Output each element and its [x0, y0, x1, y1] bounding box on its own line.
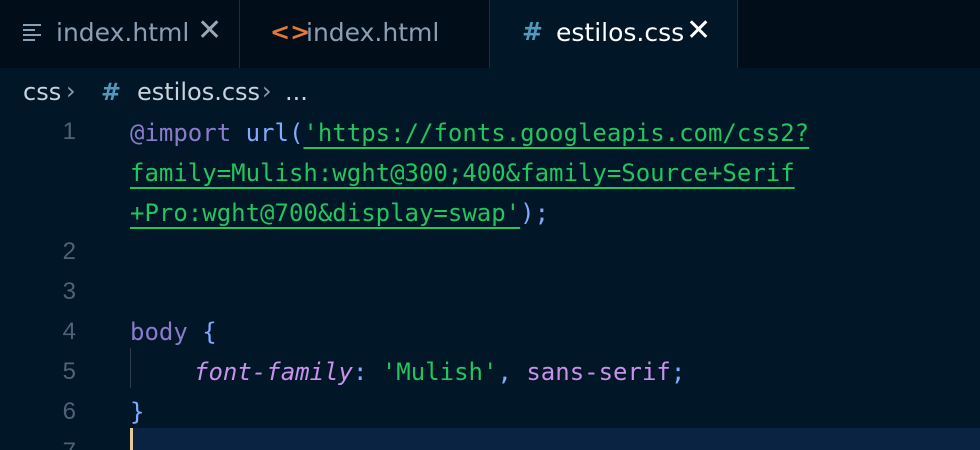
code-editor[interactable]: 1 2 3 4 5 6 7 @import url('https://fonts… [0, 116, 980, 450]
chevron-right-icon: › [262, 77, 272, 105]
code-line-6: } [130, 392, 144, 432]
code-token: } [130, 398, 145, 426]
code-line-1-wrap: +Pro:wght@700&display=swap'); [130, 193, 549, 233]
tab-index-html-1[interactable]: index.html ✕ [0, 0, 240, 68]
code-token: : [352, 358, 368, 386]
code-line-4: body { [130, 312, 217, 352]
code-line-1: @import url('https://fonts.googleapis.co… [130, 113, 809, 153]
lines-icon [23, 24, 41, 42]
code-token: ; [670, 358, 686, 386]
tab-label: estilos.css [556, 18, 685, 47]
chevron-right-icon: › [66, 77, 76, 105]
tab-index-html-2[interactable]: <> index.html [240, 0, 490, 68]
code-token: sans-serif [526, 358, 671, 386]
code-line-1-wrap: family=Mulish:wght@300;400&family=Source… [130, 153, 795, 193]
breadcrumb-file[interactable]: estilos.css [137, 78, 260, 106]
line-number: 7 [40, 438, 76, 450]
code-token: , [497, 358, 512, 386]
url-link[interactable]: +Pro:wght@700&display=swap' [130, 199, 520, 227]
code-token: { [202, 318, 217, 346]
code-line-5: font-family: 'Mulish', sans-serif; [194, 352, 685, 392]
tab-label: index.html [56, 18, 190, 47]
tab-label: index.html [306, 18, 440, 47]
breadcrumb-more[interactable]: ... [285, 78, 308, 106]
code-token: url( [245, 119, 304, 147]
css-hash-icon: # [101, 78, 122, 106]
breadcrumb: css › # estilos.css › ... [0, 68, 980, 116]
breadcrumb-folder[interactable]: css [23, 78, 61, 106]
tab-estilos-css[interactable]: # estilos.css ✕ [490, 0, 738, 68]
html-brackets-icon: <> [270, 18, 311, 46]
code-token: @import [130, 119, 232, 147]
url-link[interactable]: 'https://fonts.googleapis.com/css2? [303, 119, 809, 147]
line-number: 4 [62, 318, 76, 345]
code-token: ); [520, 199, 550, 227]
code-token: font-family [194, 358, 353, 386]
line-number: 3 [62, 278, 76, 305]
current-line-highlight [130, 428, 980, 450]
line-number: 5 [62, 358, 76, 385]
css-hash-icon: # [522, 17, 543, 46]
url-link[interactable]: family=Mulish:wght@300;400&family=Source… [130, 159, 795, 187]
indent-guide [130, 348, 131, 388]
code-token: 'Mulish' [381, 358, 498, 386]
code-token: body [130, 318, 188, 346]
tab-bar: index.html ✕ <> index.html # estilos.css… [0, 0, 980, 68]
close-icon[interactable]: ✕ [197, 16, 222, 46]
close-icon[interactable]: ✕ [686, 16, 711, 46]
line-number: 1 [62, 118, 76, 145]
line-number: 2 [62, 238, 76, 265]
line-number: 6 [62, 398, 76, 425]
